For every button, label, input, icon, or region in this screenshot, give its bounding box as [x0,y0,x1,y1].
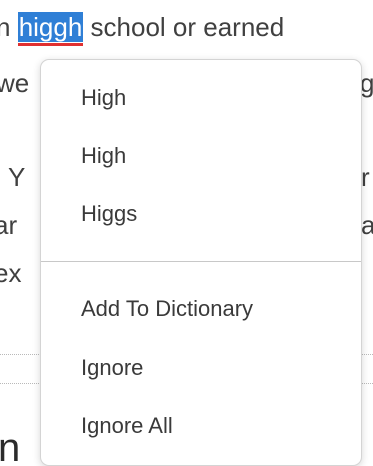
suggestion-higgs[interactable]: Higgs [81,200,137,228]
text-line-5-left: ex [0,258,22,288]
text-after-misspelling: school or earned [83,12,285,42]
spellcheck-context-menu: High High Higgs Add To Dictionary Ignore… [40,59,362,466]
text-line-3-left: . Y [0,162,26,192]
text-line-4-left: ar [0,210,18,240]
text-before-misspelling: n [0,12,11,42]
ignore-all-item[interactable]: Ignore All [81,412,173,440]
suggestion-high-1[interactable]: High [81,84,126,112]
text-line-4-right: a [361,210,373,240]
add-to-dictionary-item[interactable]: Add To Dictionary [81,295,253,323]
misspelled-word[interactable]: higgh [17,12,84,42]
heading-fragment: n [0,426,21,465]
text-line-2-left: we [0,68,30,98]
text-line-1: n higgh school or earned [0,12,284,42]
text-line-3-right: r [361,162,370,192]
menu-divider [41,261,361,262]
suggestion-high-2[interactable]: High [81,142,126,170]
ignore-item[interactable]: Ignore [81,354,143,382]
